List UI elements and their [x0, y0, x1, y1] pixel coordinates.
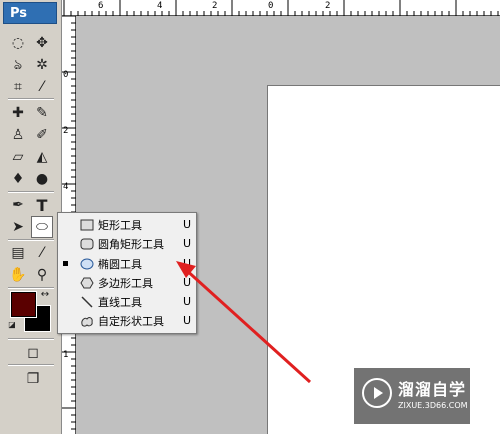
annotation-arrow-shaft	[182, 266, 312, 384]
watermark-title: 溜溜自学	[398, 380, 467, 399]
watermark: 溜溜自学 ZIXUE.3D66.COM	[354, 368, 470, 424]
watermark-logo	[362, 378, 392, 408]
watermark-url: ZIXUE.3D66.COM	[398, 401, 468, 410]
